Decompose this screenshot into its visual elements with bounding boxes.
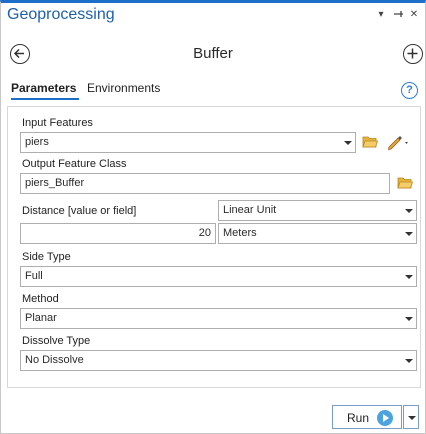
- input-features-label: Input Features: [22, 117, 93, 129]
- chevron-down-icon: [405, 267, 413, 286]
- distance-unit-dropdown[interactable]: Meters: [218, 223, 417, 244]
- dissolve-type-dropdown[interactable]: No Dissolve: [20, 350, 417, 371]
- distance-type-value: Linear Unit: [223, 204, 277, 216]
- tool-title: Buffer: [193, 45, 233, 62]
- dissolve-type-value: No Dissolve: [25, 354, 84, 366]
- folder-icon[interactable]: [362, 135, 379, 152]
- tab-environments[interactable]: Environments: [87, 81, 160, 95]
- run-label: Run: [347, 411, 370, 425]
- tool-header: Buffer: [1, 37, 425, 69]
- run-button[interactable]: Run: [332, 405, 402, 429]
- dissolve-type-label: Dissolve Type: [22, 335, 91, 347]
- chevron-down-icon: [405, 224, 413, 243]
- run-options-dropdown[interactable]: [403, 405, 419, 429]
- active-tab-indicator: [11, 98, 79, 100]
- close-icon[interactable]: ✕: [407, 8, 421, 22]
- help-icon[interactable]: ?: [401, 82, 418, 99]
- run-control: Run: [332, 405, 419, 429]
- folder-icon[interactable]: [397, 176, 414, 193]
- chevron-down-icon: [344, 133, 352, 152]
- method-dropdown[interactable]: Planar: [20, 308, 417, 329]
- distance-value: 20: [198, 227, 211, 239]
- output-feature-class-label: Output Feature Class: [22, 158, 127, 170]
- side-type-dropdown[interactable]: Full: [20, 266, 417, 287]
- distance-label: Distance [value or field]: [22, 205, 137, 217]
- distance-value-input[interactable]: 20: [20, 223, 216, 244]
- method-value: Planar: [25, 312, 57, 324]
- chevron-down-icon[interactable]: ▾: [374, 8, 388, 22]
- chevron-down-icon: [405, 309, 413, 328]
- distance-type-dropdown[interactable]: Linear Unit: [218, 200, 417, 221]
- plus-circle-icon[interactable]: [403, 44, 423, 64]
- input-features-dropdown[interactable]: piers: [20, 132, 356, 153]
- geoprocessing-pane: Geoprocessing ▾ ✕ Buffer Parameters Envi…: [0, 0, 426, 434]
- output-feature-class-input[interactable]: piers_Buffer: [20, 173, 390, 194]
- method-label: Method: [22, 293, 59, 305]
- pencil-icon[interactable]: [386, 134, 412, 153]
- chevron-down-icon: [405, 351, 413, 370]
- chevron-down-icon: [405, 201, 413, 220]
- tab-parameters[interactable]: Parameters: [11, 81, 76, 95]
- side-type-label: Side Type: [22, 251, 71, 263]
- side-type-value: Full: [25, 270, 43, 282]
- input-features-value: piers: [25, 136, 49, 148]
- play-icon: [377, 410, 393, 426]
- pin-icon[interactable]: [391, 8, 405, 22]
- pane-title: Geoprocessing: [7, 6, 115, 23]
- output-feature-class-value: piers_Buffer: [25, 177, 85, 189]
- parameters-panel: Input Features piers Output Feature Clas…: [7, 106, 421, 388]
- distance-unit-value: Meters: [223, 227, 257, 239]
- title-bar: Geoprocessing ▾ ✕: [1, 3, 425, 29]
